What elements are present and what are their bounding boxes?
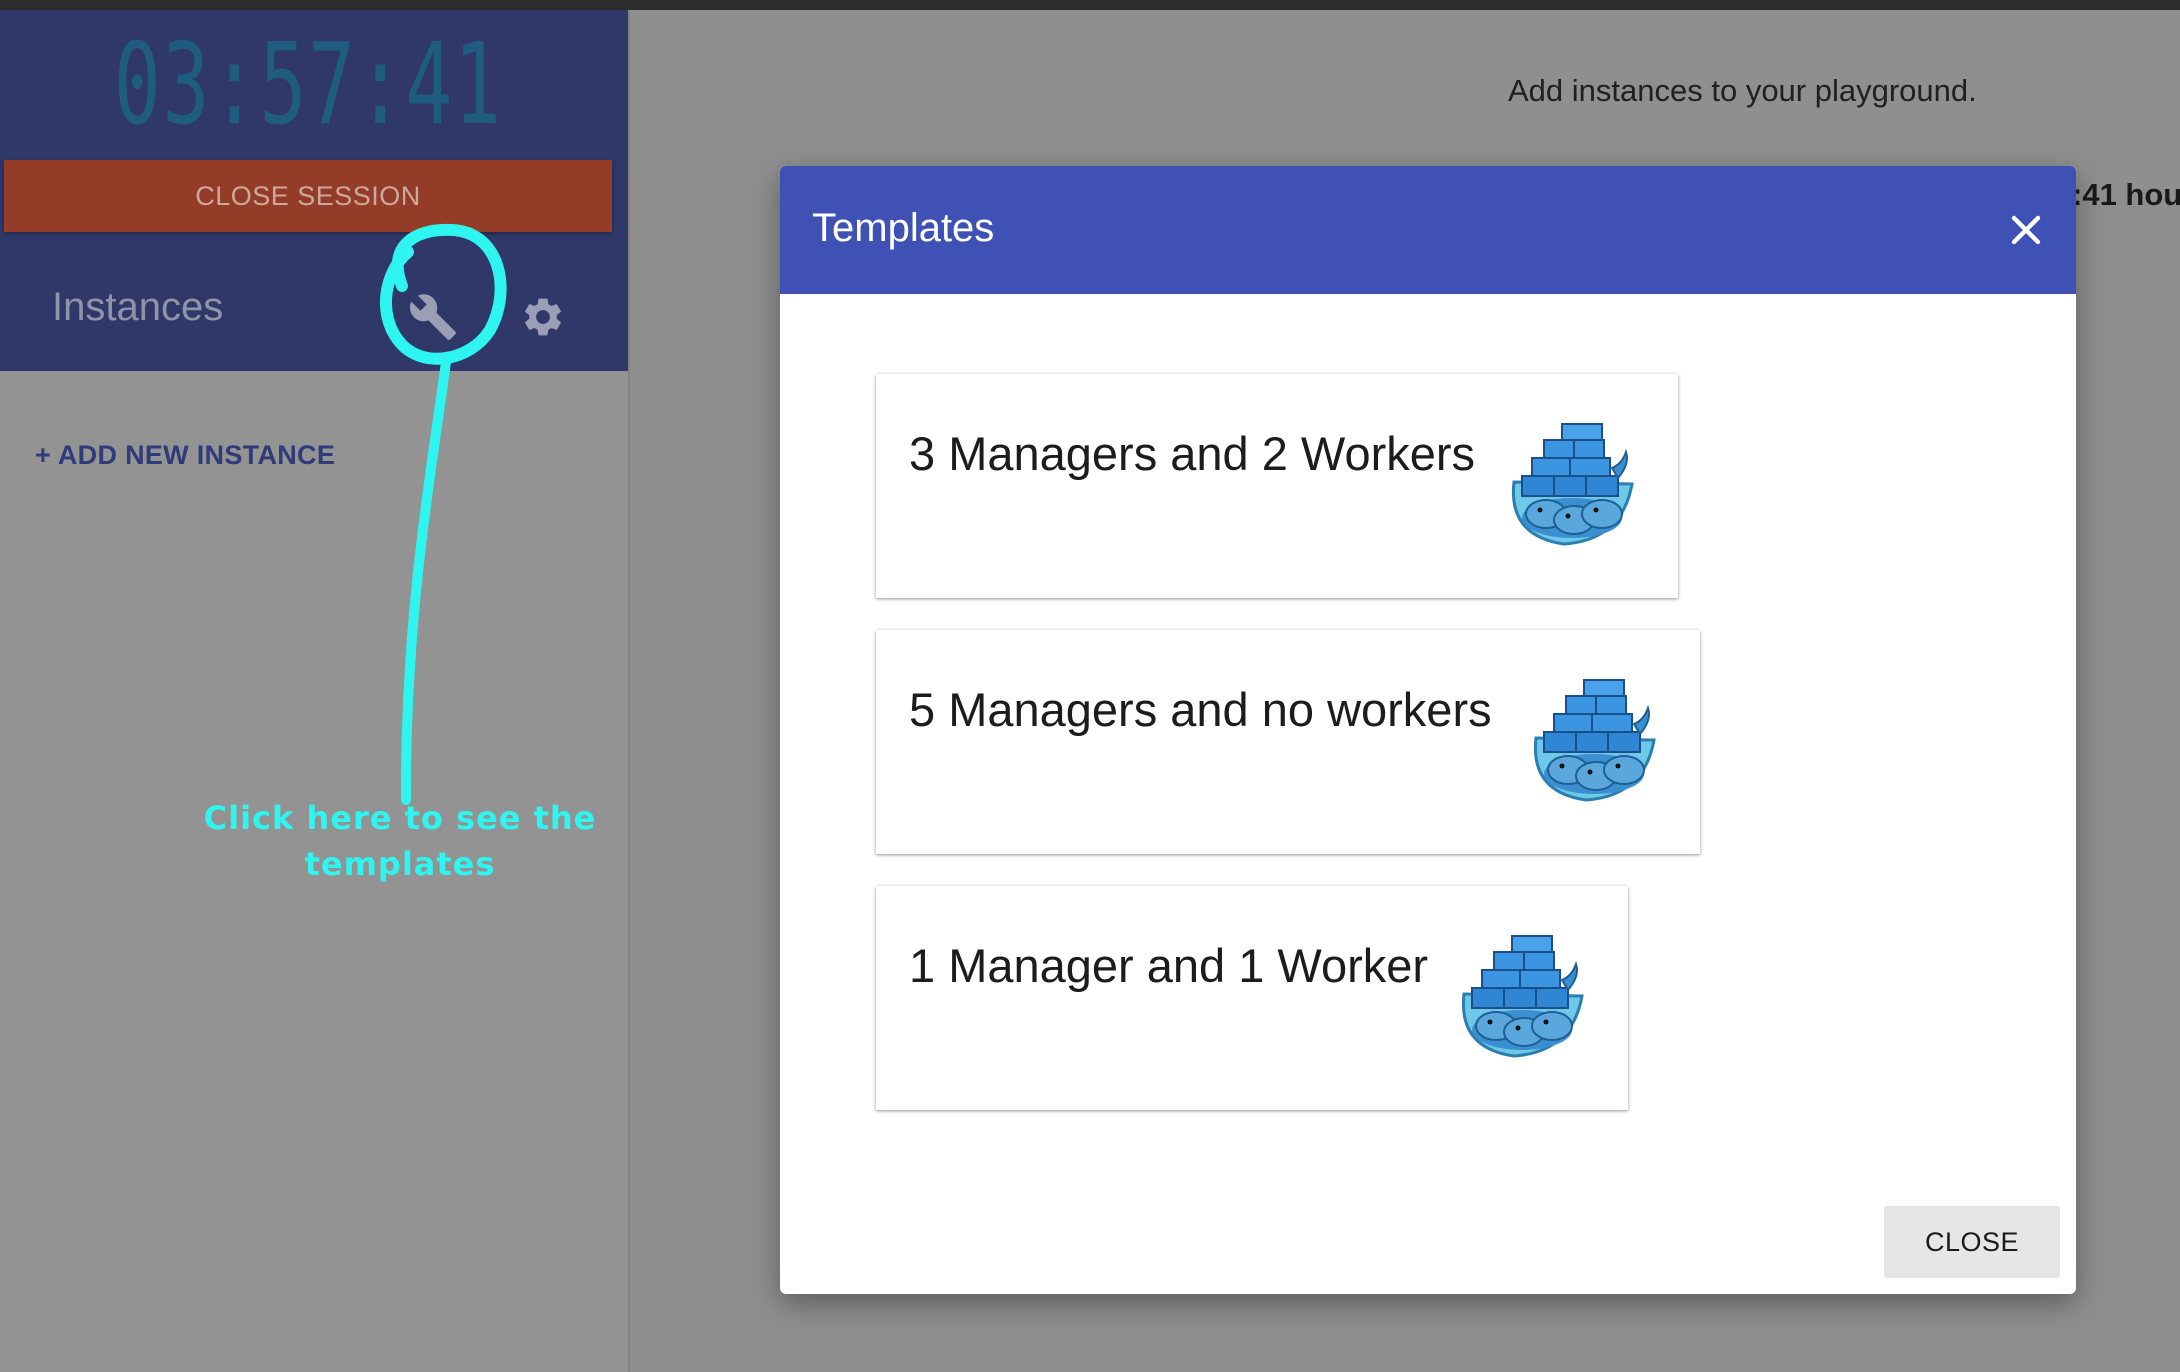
instances-title: Instances xyxy=(52,285,224,329)
sidebar-header: 03:57:41 CLOSE SESSION Instances xyxy=(0,10,628,371)
gear-icon[interactable] xyxy=(520,294,566,340)
template-label: 5 Managers and no workers xyxy=(909,683,1492,736)
docker-swarm-whale-image xyxy=(1500,418,1636,548)
template-card[interactable]: 1 Manager and 1 Worker xyxy=(876,886,1628,1110)
wrench-icon[interactable] xyxy=(408,292,458,342)
window-top-bar xyxy=(0,0,2180,10)
sidebar: 03:57:41 CLOSE SESSION Instances + ADD N… xyxy=(0,10,630,1372)
template-label: 3 Managers and 2 Workers xyxy=(909,427,1476,480)
add-new-instance-link[interactable]: + ADD NEW INSTANCE xyxy=(35,440,335,471)
docker-swarm-whale-image xyxy=(1450,930,1586,1060)
template-card[interactable]: 5 Managers and no workers xyxy=(876,630,1700,854)
close-button[interactable]: CLOSE xyxy=(1884,1206,2060,1278)
annotation-line-2: templates xyxy=(304,845,496,883)
main-message: Add instances to your playground. xyxy=(1508,73,1977,108)
close-icon[interactable] xyxy=(2002,206,2050,254)
annotation-line-1: Click here to see the xyxy=(203,799,597,837)
template-card[interactable]: 3 Managers and 2 Workers xyxy=(876,374,1678,598)
close-session-button[interactable]: CLOSE SESSION xyxy=(4,160,612,232)
dialog-header: Templates xyxy=(780,166,2076,294)
session-timer: 03:57:41 xyxy=(113,20,503,150)
docker-swarm-whale-image xyxy=(1522,674,1658,804)
dialog-title: Templates xyxy=(812,206,995,250)
template-label: 1 Manager and 1 Worker xyxy=(909,939,1429,992)
session-hours-text: :41 hou xyxy=(2072,177,2180,212)
templates-dialog: Templates 3 Managers and 2 Workers 5 Man… xyxy=(780,166,2076,1294)
annotation-text: Click here to see the templates xyxy=(200,795,600,887)
